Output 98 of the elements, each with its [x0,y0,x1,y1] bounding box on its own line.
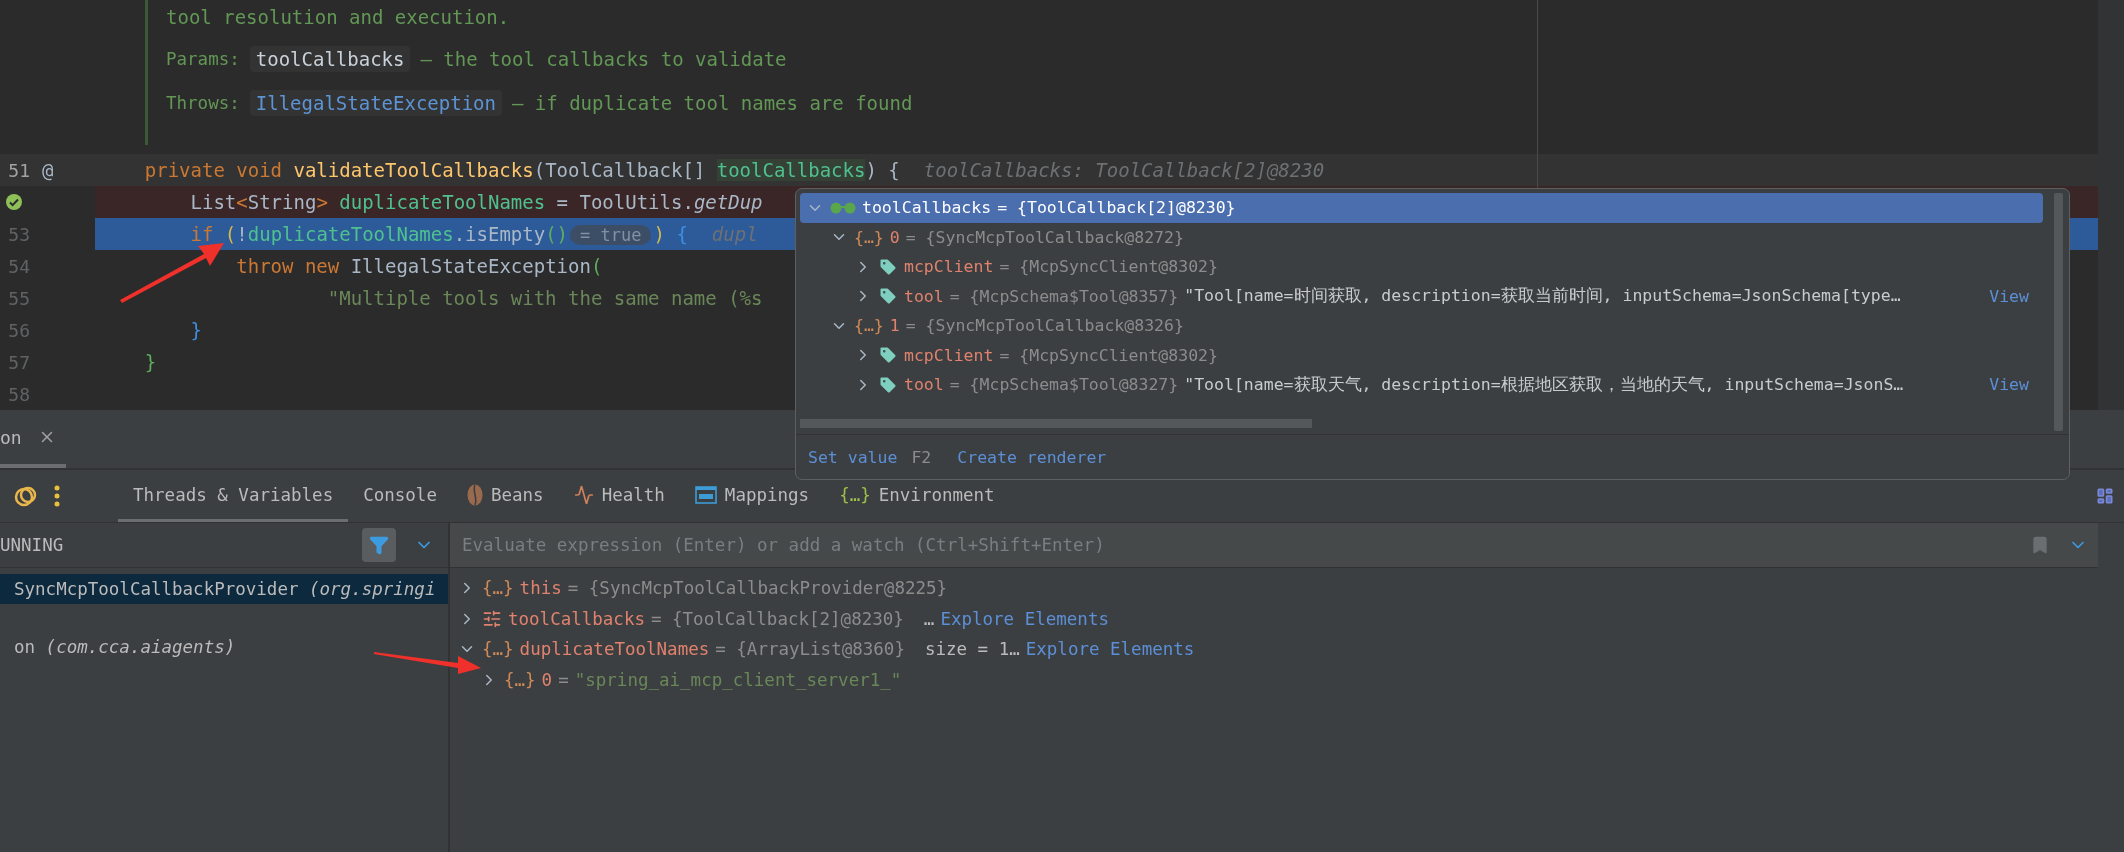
tag-icon [878,286,898,307]
view-link[interactable]: View [1989,375,2029,395]
debug-tab[interactable]: {…} Environment [824,470,1010,522]
more-icon[interactable] [54,485,60,507]
code-line: List<String> duplicateToolNames = ToolUtils.getDup [189,191,763,213]
gutter-mark: @ [42,159,54,181]
variable-name: toolCallbacks [862,198,992,218]
debug-tab[interactable]: Console [348,470,452,522]
variable-name: this [519,578,562,599]
code-line: throw new IllegalStateException( [235,255,603,277]
variable-value: = {ToolCallback[2]@8230} [997,198,1236,218]
filter-icon [369,535,389,555]
rings-icon[interactable] [14,484,38,508]
variable-value: = {McpSchema$Tool@8327} [949,375,1179,395]
tree-row[interactable]: tool = {McpSchema$Tool@8357} "Tool[name=时间获取, description=获取当前时间, inputSchema=JsonSchema[type… View [800,281,2043,311]
variable-name: toolCallbacks [508,608,645,629]
line-number: 57 [7,351,30,373]
variable-value: = [558,669,569,690]
variable-name: mcpClient [904,257,994,277]
set-value-link[interactable]: Set value [808,447,898,467]
variable-value: = {SyncMcpToolCallback@8272} [905,227,1184,247]
tree-row[interactable]: mcpClient = {McpSyncClient@8302} [800,340,2043,370]
variable-name: tool [904,375,944,395]
param-name: toolCallbacks [249,46,411,72]
variable-name: 0 [889,227,900,247]
exception-link[interactable]: IllegalStateException [249,90,502,116]
variable-value: = {McpSchema$Tool@8357} [949,286,1179,306]
variable-value: = {McpSyncClient@8302} [999,257,1218,277]
line-number: 54 [7,255,30,277]
debug-tab[interactable]: Health [558,470,680,522]
string-value: "spring_ai_mcp_client_server1_" [574,669,902,690]
line-number: 53 [7,223,30,245]
debug-tab[interactable]: Mappings [679,470,825,522]
variable-extra: size = 1… [924,639,1020,660]
line-number: 58 [7,383,30,405]
variable-value: = {SyncMcpToolCallback@8326} [905,316,1184,336]
variable-value: = {McpSyncClient@8302} [999,345,1218,365]
tree-row[interactable]: {…} 0 = {SyncMcpToolCallback@8272} [800,222,2043,252]
variable-value: = {ArrayList@8360} [715,639,905,660]
inlay-hint: dupl [711,223,758,245]
debug-tab[interactable]: Beans [451,470,559,522]
tree-row[interactable]: toolCallbacks = {ToolCallback[2]@8230} [800,193,2043,223]
thread-status: UNNING [0,535,65,555]
layout-icon[interactable] [2096,487,2114,505]
api-icon [694,485,717,504]
line-number: 51 [7,159,30,181]
variable-value: = {ToolCallback[2]@8230} [650,608,904,629]
code-line: "Multiple tools with the same name (%s [326,287,763,309]
session-tab[interactable]: on [0,410,66,468]
tree-row[interactable]: tool = {McpSchema$Tool@8327} "Tool[name=获取天气, description=根据地区获取，当地的天气, inputSchema=JsonS… View [800,370,2043,400]
line-number: 56 [7,319,30,341]
code-line: } [189,319,202,341]
doc-text: – if duplicate tool names are found [512,92,913,114]
string-value: "Tool[name=获取天气, description=根据地区获取，当地的天气, inputSchema=JsonS… [1184,373,1904,396]
view-link[interactable]: View [1989,286,2029,306]
session-tab-label: on [0,426,22,448]
braces-label: {…} [854,316,884,336]
variable-name: duplicateToolNames [519,639,710,660]
tag-icon [878,374,898,395]
stack-frame[interactable]: SyncMcpToolCallbackProvider (org.springi [0,574,448,604]
tree-row[interactable]: {…} 1 = {SyncMcpToolCallback@8326} [800,311,2043,341]
horizontal-scrollbar[interactable] [800,419,1312,428]
sliders-icon [482,608,502,629]
code-line: } [143,351,157,373]
inlay-hint: toolCallbacks: ToolCallback[2]@8230 [923,159,1325,181]
variable-name: 1 [889,316,900,336]
create-renderer-link[interactable]: Create renderer [957,447,1107,467]
coffee-bean-icon [466,483,483,506]
braces-label: {…} [854,227,884,247]
doc-label: Throws: [166,93,240,113]
braces-label: {…} [482,639,514,660]
stack-frame[interactable]: on (com.cca.aiagents) [0,632,448,662]
doc-label: Params: [166,49,240,69]
doc-text: – the tool callbacks to validate [420,48,787,70]
braces-label: {…} [504,669,536,690]
pulse-icon [573,484,594,505]
variable-name: 0 [541,669,553,690]
variable-name: mcpClient [904,345,994,365]
code-line: private void validateToolCallbacks(ToolCallback[] toolCallbacks) { [143,159,900,181]
glasses-icon [830,201,856,214]
code-line: if (!duplicateToolNames.isEmpty() = true ) { [189,223,688,245]
vertical-scrollbar[interactable] [2054,193,2063,431]
tag-icon [878,256,898,277]
variable-extra: … [923,608,935,629]
explore-elements-link[interactable]: Explore Elements [940,608,1109,629]
variable-value: = {SyncMcpToolCallbackProvider@8225} [567,578,948,599]
braces-label: {…} [839,484,871,505]
tree-row[interactable]: mcpClient = {McpSyncClient@8302} [800,252,2043,282]
variable-name: tool [904,286,944,306]
shortcut-hint: F2 [911,447,932,467]
debug-tab[interactable]: Threads & Variables [118,470,349,522]
braces-label: {…} [482,578,514,599]
breakpoint-check-icon[interactable] [5,193,23,211]
doc-text: tool resolution and execution. [166,6,511,28]
explore-elements-link[interactable]: Explore Elements [1025,639,1195,660]
tag-icon [878,345,898,366]
string-value: "Tool[name=时间获取, description=获取当前时间, inputSchema=JsonSchema[type… [1184,285,1901,308]
line-number: 55 [7,287,30,309]
